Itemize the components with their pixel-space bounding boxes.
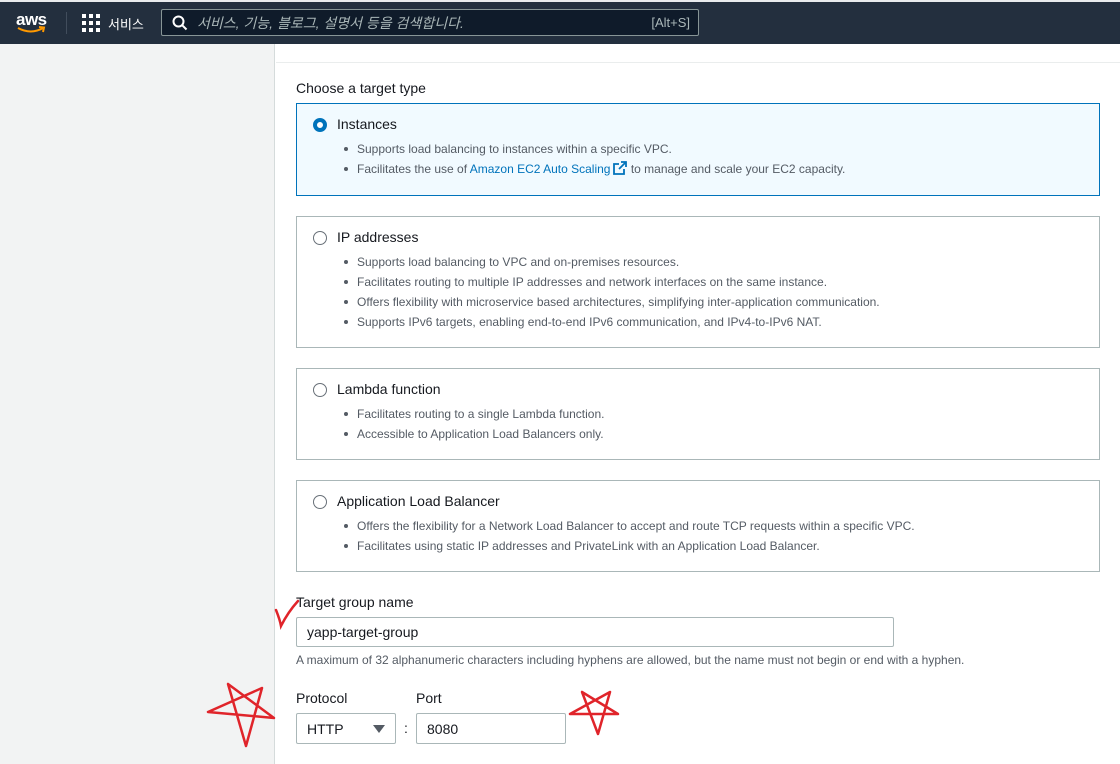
tile-bullet: Supports IPv6 targets, enabling end-to-e… [341,312,880,332]
tile-bullet: Facilitates routing to multiple IP addre… [341,272,880,292]
aws-logo[interactable]: aws [16,10,54,36]
radio-instances[interactable] [313,118,327,132]
target-group-name-hint: A maximum of 32 alphanumeric characters … [296,653,965,667]
tile-bullet: Supports load balancing to instances wit… [341,139,845,159]
tile-bullet: Supports load balancing to VPC and on-pr… [341,252,880,272]
external-link-icon[interactable] [613,161,628,175]
tile-title: Application Load Balancer [337,493,500,509]
caret-down-icon [373,725,385,733]
tile-bullet: Facilitates routing to a single Lambda f… [341,404,604,424]
services-label: 서비스 [108,16,144,32]
top-nav-bar: aws 서비스 [Alt+S] [0,0,1120,44]
target-type-heading: Choose a target type [296,80,426,96]
ec2-auto-scaling-link[interactable]: Amazon EC2 Auto Scaling [470,162,611,176]
target-type-tile-ip-addresses[interactable]: IP addresses Supports load balancing to … [296,216,1100,348]
search-icon [172,15,188,31]
target-type-tile-instances[interactable]: Instances Supports load balancing to ins… [296,103,1100,196]
tile-title: Lambda function [337,381,441,397]
main-content: Choose a target type Instances Supports … [276,44,1120,764]
aws-smile-icon [17,26,46,33]
port-input[interactable] [416,713,566,744]
side-navigation-panel [0,44,275,764]
search-input[interactable] [197,10,617,35]
tile-bullet: Accessible to Application Load Balancers… [341,424,604,444]
section-divider [276,62,1120,63]
tile-bullet-list: Supports load balancing to instances wit… [341,139,845,179]
global-search-box[interactable]: [Alt+S] [161,9,699,36]
target-type-tile-lambda-function[interactable]: Lambda function Facilitates routing to a… [296,368,1100,460]
protocol-port-separator: : [404,720,408,736]
target-type-tile-application-load-balancer[interactable]: Application Load Balancer Offers the fle… [296,480,1100,572]
radio-ip-addresses[interactable] [313,231,327,245]
target-group-name-label: Target group name [296,594,414,610]
topbar-divider [66,12,67,34]
tile-title: Instances [337,116,397,132]
tile-bullet-list: Supports load balancing to VPC and on-pr… [341,252,880,332]
protocol-selected-value: HTTP [307,721,344,737]
protocol-select[interactable]: HTTP [296,713,396,744]
tile-bullet: Offers the flexibility for a Network Loa… [341,516,915,536]
bullet-text: Facilitates the use of [357,162,470,176]
tile-bullet: Offers flexibility with microservice bas… [341,292,880,312]
top-edge [0,0,1120,2]
tile-title: IP addresses [337,229,419,245]
tile-bullet: Facilitates using static IP addresses an… [341,536,915,556]
tile-bullet-list: Offers the flexibility for a Network Loa… [341,516,915,556]
protocol-label: Protocol [296,690,348,706]
radio-lambda-function[interactable] [313,383,327,397]
bullet-text: to manage and scale your EC2 capacity. [627,162,846,176]
tile-bullet-list: Facilitates routing to a single Lambda f… [341,404,604,444]
grid-icon [82,14,100,32]
tile-bullet: Facilitates the use of Amazon EC2 Auto S… [341,159,845,179]
services-menu-button[interactable]: 서비스 [82,12,144,34]
radio-application-load-balancer[interactable] [313,495,327,509]
search-shortcut-hint: [Alt+S] [651,15,690,30]
port-label: Port [416,690,442,706]
target-group-name-input[interactable] [296,617,894,647]
